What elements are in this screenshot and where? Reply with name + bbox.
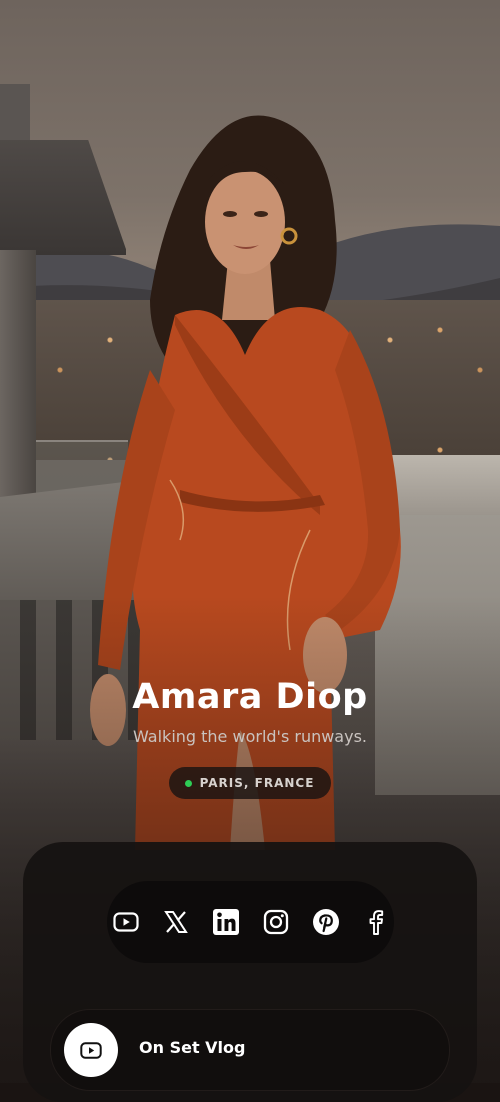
pinterest-icon[interactable] — [311, 907, 341, 937]
link-on-set-vlog[interactable]: On Set Vlog — [50, 1009, 450, 1091]
facebook-icon[interactable] — [361, 907, 391, 937]
profile-tagline: Walking the world's runways. — [133, 727, 367, 746]
status-dot-icon — [184, 779, 192, 787]
instagram-icon[interactable] — [261, 907, 291, 937]
social-links-bar — [107, 881, 394, 963]
location-badge: PARIS, FRANCE — [168, 767, 332, 799]
youtube-icon[interactable] — [111, 907, 141, 937]
location-label: PARIS, FRANCE — [199, 776, 315, 790]
linkedin-icon[interactable] — [211, 907, 241, 937]
profile-header: Amara Diop Walking the world's runways. … — [0, 672, 500, 799]
x-icon[interactable] — [161, 907, 191, 937]
profile-name: Amara Diop — [132, 677, 368, 717]
youtube-icon — [64, 1023, 118, 1077]
link-label: On Set Vlog — [139, 1038, 246, 1057]
